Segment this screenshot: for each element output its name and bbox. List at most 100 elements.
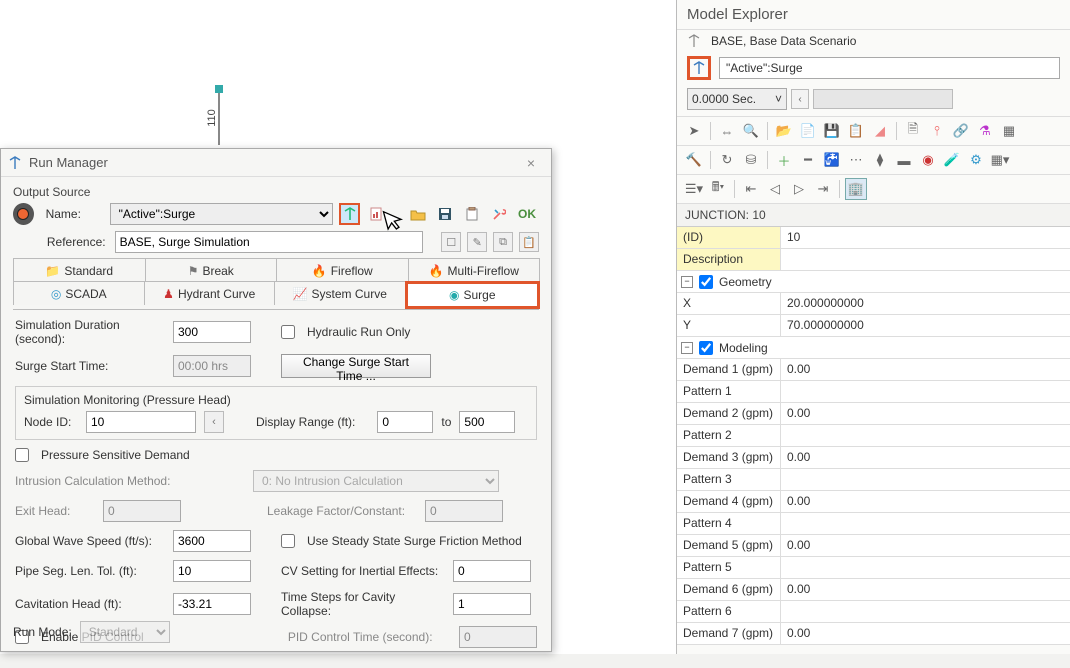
link-icon[interactable]: ⇔ (716, 120, 738, 142)
prop-value[interactable]: 0.00 (781, 623, 1070, 644)
time-select[interactable]: 0.0000 Sec.˅ (687, 88, 787, 110)
node-id-input[interactable] (86, 411, 196, 433)
time-slider[interactable] (813, 89, 953, 109)
prop-value[interactable] (781, 381, 1070, 402)
open-folder-icon[interactable] (408, 203, 429, 225)
tap-icon[interactable]: 🚰 (821, 149, 843, 171)
tab-fireflow[interactable]: 🔥Fireflow (276, 258, 409, 282)
ok-button[interactable]: OK (515, 203, 539, 225)
run-button[interactable] (339, 203, 360, 225)
hammer-icon[interactable]: 🔨 (683, 149, 705, 171)
active-scenario-icon[interactable] (687, 56, 711, 80)
refresh-icon[interactable]: ↻ (716, 149, 738, 171)
calc-icon[interactable]: 🖩▾ (707, 178, 729, 200)
cv-setting-input[interactable] (453, 560, 531, 582)
ref-checkbox-icon[interactable]: ☐ (441, 232, 461, 252)
tab-hydrant-curve[interactable]: ♟Hydrant Curve (144, 281, 276, 305)
nav-prev-icon[interactable]: ◁ (764, 178, 786, 200)
folder-icon[interactable]: 📂 (773, 120, 795, 142)
node-id-picker-button[interactable]: ‹ (204, 411, 224, 433)
tank-icon[interactable]: ▬ (893, 149, 915, 171)
change-surge-start-time-button[interactable]: Change Surge Start Time ... (281, 354, 431, 378)
base-scenario-label[interactable]: BASE, Base Data Scenario (711, 34, 856, 48)
prop-value[interactable]: 0.00 (781, 535, 1070, 556)
test-tube-icon[interactable]: 🧪 (941, 149, 963, 171)
display-range-from-input[interactable] (377, 411, 433, 433)
report-toolbar-icon[interactable]: 🗎 (902, 120, 924, 142)
prop-value[interactable]: 20.000000000 (781, 293, 1070, 314)
dialog-close-button[interactable]: × (517, 155, 545, 171)
prop-value[interactable]: 10 (781, 227, 1070, 248)
nav-last-icon[interactable]: ⇥ (812, 178, 834, 200)
tab-surge[interactable]: ◉Surge (405, 281, 541, 309)
steady-state-checkbox[interactable] (281, 534, 295, 548)
report-icon[interactable] (366, 203, 387, 225)
save-disk-icon[interactable]: 💾 (821, 120, 843, 142)
group-header[interactable]: − Geometry (677, 271, 1070, 292)
node-marker[interactable] (215, 85, 223, 93)
cav-head-input[interactable] (173, 593, 251, 615)
display-range-to-input[interactable] (459, 411, 515, 433)
add-icon[interactable]: ＋ (773, 149, 795, 171)
nav-next-icon[interactable]: ▷ (788, 178, 810, 200)
reference-input[interactable] (115, 231, 424, 253)
new-doc-icon[interactable]: 📄 (797, 120, 819, 142)
prop-value[interactable] (781, 513, 1070, 534)
zoom-icon[interactable]: 🔍 (740, 120, 762, 142)
tab-scada[interactable]: ◎SCADA (13, 281, 145, 305)
flask-icon[interactable]: ⚗ (974, 120, 996, 142)
save-icon[interactable] (435, 203, 456, 225)
settings-icon[interactable]: ⚙ (965, 149, 987, 171)
prop-value[interactable]: 0.00 (781, 403, 1070, 424)
filter-icon[interactable]: ☰▾ (683, 178, 705, 200)
hydraulic-run-only-checkbox[interactable] (281, 325, 295, 339)
group-checkbox[interactable] (699, 275, 713, 289)
prop-value[interactable]: 0.00 (781, 447, 1070, 468)
prop-value[interactable]: 70.000000000 (781, 315, 1070, 336)
prop-value[interactable] (781, 557, 1070, 578)
clipboard-icon[interactable] (462, 203, 483, 225)
clipboard-toolbar-icon[interactable]: 📋 (845, 120, 867, 142)
tab-multi-fireflow[interactable]: 🔥Multi-Fireflow (408, 258, 541, 282)
collapse-icon[interactable]: − (681, 276, 693, 288)
sim-duration-input[interactable] (173, 321, 251, 343)
prop-value[interactable]: 0.00 (781, 359, 1070, 380)
more-icon[interactable]: ⋯ (845, 149, 867, 171)
time-step-prev[interactable]: ‹ (791, 89, 809, 109)
prop-value[interactable] (781, 249, 1070, 270)
time-steps-input[interactable] (453, 593, 531, 615)
element-type-junction-icon[interactable]: 🏢 (845, 178, 867, 200)
group-checkbox[interactable] (699, 341, 713, 355)
collapse-icon[interactable]: − (681, 342, 693, 354)
dialog-titlebar[interactable]: Run Manager × (1, 149, 551, 177)
ref-paste-icon[interactable]: 📋 (519, 232, 539, 252)
valve-icon[interactable]: ⧫ (869, 149, 891, 171)
global-wave-input[interactable] (173, 530, 251, 552)
prop-value[interactable]: 0.00 (781, 579, 1070, 600)
chart-icon[interactable]: ⫯ (926, 120, 948, 142)
property-grid[interactable]: (ID)10Description− GeometryX20.000000000… (677, 227, 1070, 654)
grid-icon[interactable]: ▦▾ (989, 149, 1011, 171)
hyperlink-icon[interactable]: 🔗 (950, 120, 972, 142)
prop-value[interactable] (781, 425, 1070, 446)
ref-copy-icon[interactable]: ⧉ (493, 232, 513, 252)
tools-icon[interactable] (488, 203, 509, 225)
ref-edit-icon[interactable]: ✎ (467, 232, 487, 252)
prop-value[interactable]: 0.00 (781, 491, 1070, 512)
tab-system-curve[interactable]: 📈System Curve (274, 281, 406, 305)
active-scenario-input[interactable]: "Active":Surge (719, 57, 1060, 79)
tab-standard[interactable]: 📁Standard (13, 258, 146, 282)
table-icon[interactable]: ▦ (998, 120, 1020, 142)
eraser-icon[interactable]: ◢ (869, 120, 891, 142)
pipe-seg-input[interactable] (173, 560, 251, 582)
group-header[interactable]: − Modeling (677, 337, 1070, 358)
pipe-icon[interactable]: ━ (797, 149, 819, 171)
pressure-sensitive-demand-checkbox[interactable] (15, 448, 29, 462)
pointer-icon[interactable]: ➤ (683, 120, 705, 142)
tab-break[interactable]: ⚑Break (145, 258, 278, 282)
pump-icon[interactable]: ◉ (917, 149, 939, 171)
prop-value[interactable] (781, 601, 1070, 622)
prop-value[interactable] (781, 469, 1070, 490)
nav-first-icon[interactable]: ⇤ (740, 178, 762, 200)
db-icon[interactable]: ⛁ (740, 149, 762, 171)
